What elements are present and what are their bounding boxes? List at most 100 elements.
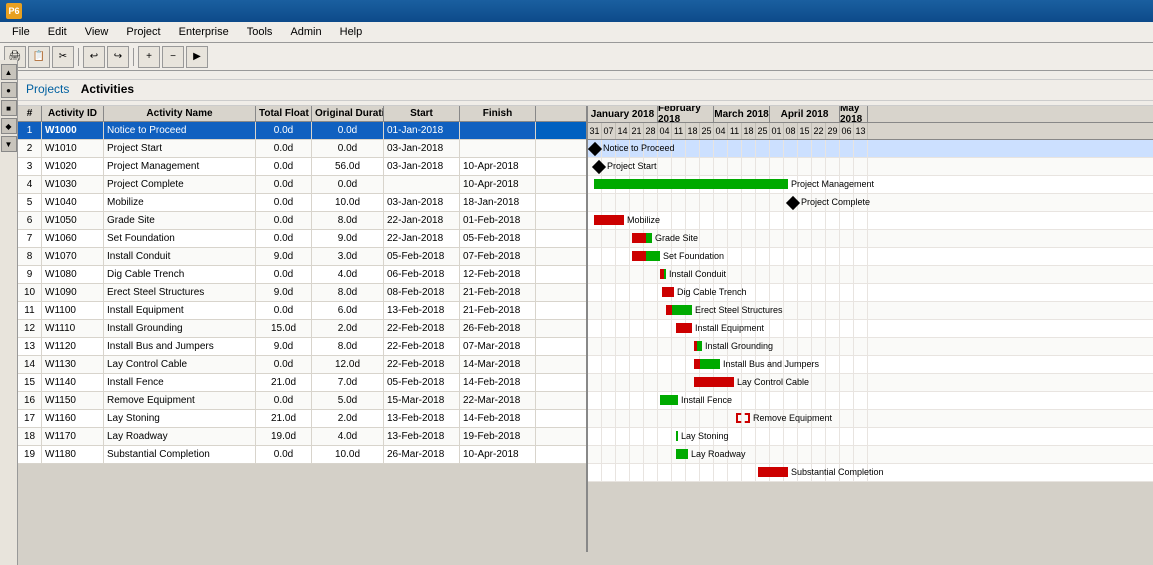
menu-item-project[interactable]: Project [118,24,168,40]
gantt-row: Lay Control Cable [588,374,1153,392]
table-cell: W1130 [42,356,104,373]
toolbar-btn-5[interactable]: ↪ [107,46,129,68]
gantt-bar: Install Grounding [694,340,773,352]
table-cell: 22-Jan-2018 [384,212,460,229]
gantt-grid-cell [714,410,728,427]
gantt-grid-cell [588,464,602,481]
table-row[interactable]: 19W1180Substantial Completion0.0d10.0d26… [18,446,586,464]
menu-item-enterprise[interactable]: Enterprise [171,24,237,40]
gantt-grid-cell [616,194,630,211]
gantt-grid-cell [784,320,798,337]
toolbar-btn-2[interactable]: 📋 [28,46,50,68]
table-cell: Lay Stoning [104,410,256,427]
gantt-grid-cell [770,230,784,247]
gantt-grid-cell [658,212,672,229]
toolbar-btn-3[interactable]: ✂ [52,46,74,68]
table-row[interactable]: 4W1030Project Complete0.0d0.0d10-Apr-201… [18,176,586,194]
gantt-grid-cell [602,194,616,211]
toolbar-btn-6[interactable]: + [138,46,160,68]
table-cell: W1050 [42,212,104,229]
gantt-bar: Install Bus and Jumpers [694,358,819,370]
table-cell: Lay Roadway [104,428,256,445]
gantt-bar-label: Dig Cable Trench [674,287,747,297]
gantt-day-label: 29 [826,123,840,139]
gantt-day-label: 13 [854,123,868,139]
table-row[interactable]: 5W1040Mobilize0.0d10.0d03-Jan-201818-Jan… [18,194,586,212]
menu-item-help[interactable]: Help [332,24,371,40]
gantt-grid-cell [798,248,812,265]
side-nav-btn-4[interactable]: ◆ [1,118,17,134]
table-row[interactable]: 16W1150Remove Equipment0.0d5.0d15-Mar-20… [18,392,586,410]
table-cell: 9 [18,266,42,283]
gantt-grid-cell [630,392,644,409]
gantt-grid-cell [588,356,602,373]
menu-item-view[interactable]: View [77,24,117,40]
gantt-grid-cell [644,284,658,301]
gantt-grid-cell [840,140,854,157]
table-row[interactable]: 9W1080Dig Cable Trench0.0d4.0d06-Feb-201… [18,266,586,284]
gantt-grid-cell [854,428,868,445]
gantt-grid-cell [644,410,658,427]
table-row[interactable]: 3W1020Project Management0.0d56.0d03-Jan-… [18,158,586,176]
gantt-day-label: 04 [714,123,728,139]
gantt-grid-cell [616,302,630,319]
gantt-grid-cell [672,212,686,229]
table-row[interactable]: 18W1170Lay Roadway19.0d4.0d13-Feb-201819… [18,428,586,446]
table-cell: 2.0d [312,410,384,427]
gantt-grid-cell [728,428,742,445]
gantt-grid-cell [714,464,728,481]
table-row[interactable]: 15W1140Install Fence21.0d7.0d05-Feb-2018… [18,374,586,392]
gantt-grid-cell [588,392,602,409]
table-row[interactable]: 6W1050Grade Site0.0d8.0d22-Jan-201801-Fe… [18,212,586,230]
table-cell: Install Fence [104,374,256,391]
menu-item-admin[interactable]: Admin [282,24,329,40]
gantt-grid-cell [770,158,784,175]
side-nav-btn-3[interactable]: ■ [1,100,17,116]
gantt-grid-cell [700,194,714,211]
table-row[interactable]: 10W1090Erect Steel Structures9.0d8.0d08-… [18,284,586,302]
table-row[interactable]: 2W1010Project Start0.0d0.0d03-Jan-2018 [18,140,586,158]
table-row[interactable]: 11W1100Install Equipment0.0d6.0d13-Feb-2… [18,302,586,320]
gantt-grid-cell [812,338,826,355]
gantt-grid-cell [672,194,686,211]
menu-item-edit[interactable]: Edit [40,24,75,40]
table-cell: W1140 [42,374,104,391]
toolbar-btn-7[interactable]: − [162,46,184,68]
gantt-grid-cell [616,446,630,463]
gantt-grid-cell [644,446,658,463]
app-icon: P6 [6,3,22,19]
table-cell: Install Conduit [104,248,256,265]
gantt-grid-cell [770,392,784,409]
menu-item-tools[interactable]: Tools [239,24,281,40]
section-header [18,71,1153,80]
table-row[interactable]: 1W1000Notice to Proceed0.0d0.0d01-Jan-20… [18,122,586,140]
menu-item-file[interactable]: File [4,24,38,40]
table-cell: Project Management [104,158,256,175]
gantt-grid-cell [840,212,854,229]
table-row[interactable]: 12W1110Install Grounding15.0d2.0d22-Feb-… [18,320,586,338]
table-row[interactable]: 7W1060Set Foundation0.0d9.0d22-Jan-20180… [18,230,586,248]
table-cell: Substantial Completion [104,446,256,463]
gantt-grid-cell [728,248,742,265]
table-row[interactable]: 13W1120Install Bus and Jumpers9.0d8.0d22… [18,338,586,356]
table-cell: 13-Feb-2018 [384,428,460,445]
table-cell: 0.0d [256,176,312,193]
breadcrumb-projects[interactable]: Projects [26,82,69,96]
gantt-grid-cell [784,212,798,229]
gantt-grid-cell [700,464,714,481]
gantt-month-headers: January 2018February 2018March 2018April… [588,106,1153,123]
side-nav-btn-2[interactable]: ● [1,82,17,98]
table-row[interactable]: 17W1160Lay Stoning21.0d2.0d13-Feb-201814… [18,410,586,428]
toolbar-btn-4[interactable]: ↩ [83,46,105,68]
toolbar-btn-8[interactable]: ▶ [186,46,208,68]
table-row[interactable]: 8W1070Install Conduit9.0d3.0d05-Feb-2018… [18,248,586,266]
side-nav-btn-1[interactable]: ▲ [1,64,17,80]
column-header-row: # Activity ID Activity Name Total Float … [18,106,586,122]
table-cell: 8.0d [312,338,384,355]
side-nav-btn-5[interactable]: ▼ [1,136,17,152]
table-cell: 1 [18,122,42,139]
table-row[interactable]: 14W1130Lay Control Cable0.0d12.0d22-Feb-… [18,356,586,374]
gantt-bar: Project Start [594,160,657,172]
gantt-grid-cell [756,266,770,283]
breadcrumb-activities[interactable]: Activities [81,82,134,96]
